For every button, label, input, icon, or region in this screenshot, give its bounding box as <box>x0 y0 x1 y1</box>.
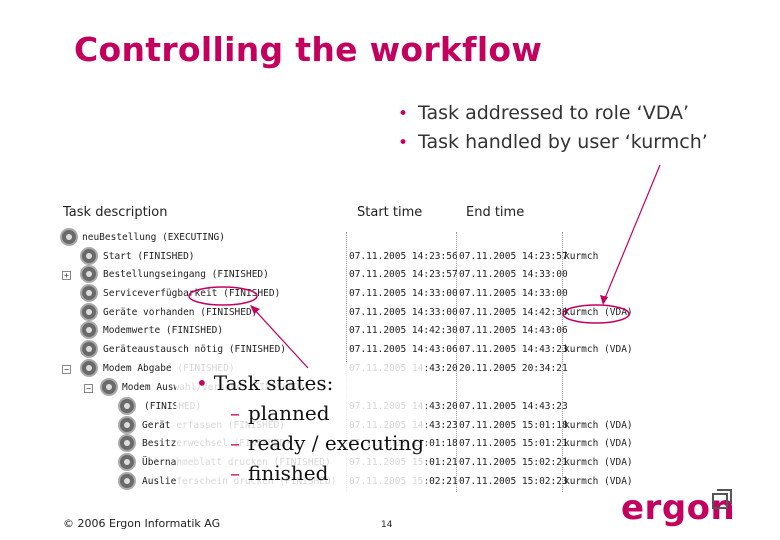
gear-icon <box>120 399 134 413</box>
collapse-toggle-icon[interactable]: − <box>62 365 71 374</box>
task-state-item: – finished <box>230 461 329 485</box>
gear-icon <box>82 286 96 300</box>
task-state-item: – ready / executing <box>230 431 425 455</box>
table-row[interactable]: Modemwerte (FINISHED) 07.11.2005 14:42:3… <box>58 322 638 340</box>
gear-icon <box>120 418 134 432</box>
task-states-callout: • Task states: – planned – ready / executin… <box>196 368 424 488</box>
slide-title: Controlling the workflow <box>74 30 543 69</box>
bullet-icon: • <box>196 371 208 395</box>
gear-icon <box>82 267 96 281</box>
column-header-task: Task description <box>63 205 168 220</box>
table-row[interactable]: Start (FINISHED) 07.11.2005 14:23:56 07.… <box>58 248 638 266</box>
expand-toggle-icon[interactable]: + <box>62 271 71 280</box>
gear-icon <box>82 249 96 263</box>
bullet-icon: • <box>398 133 409 153</box>
table-row[interactable]: Geräte vorhanden (FINISHED) 07.11.2005 1… <box>58 304 638 322</box>
column-header-end: End time <box>466 205 525 220</box>
task-states-heading: • Task states: <box>196 371 334 395</box>
collapse-toggle-icon[interactable]: − <box>84 384 93 393</box>
bullet-item: • Task handled by user ‘kurmch’ <box>398 131 708 153</box>
gear-icon <box>102 380 116 394</box>
gear-icon <box>120 474 134 488</box>
bullet-item: • Task addressed to role ‘VDA’ <box>398 102 690 124</box>
gear-icon <box>62 230 76 244</box>
table-row[interactable]: neuBestellung (EXECUTING) <box>58 229 638 247</box>
table-row[interactable]: Geräteaustausch nötig (FINISHED) 07.11.2… <box>58 341 638 359</box>
gear-icon <box>120 436 134 450</box>
dash-icon: – <box>230 431 240 455</box>
gear-icon <box>82 361 96 375</box>
copyright-text: © 2006 Ergon Informatik AG <box>63 517 221 530</box>
bullet-list: • Task addressed to role ‘VDA’ • Task hand… <box>398 99 708 157</box>
ergon-logo: ergon <box>621 488 735 528</box>
gear-icon <box>120 455 134 469</box>
dash-icon: – <box>230 401 240 425</box>
table-row[interactable]: Serviceverfügbarkeit (FINISHED) 07.11.20… <box>58 285 638 303</box>
gear-icon <box>82 342 96 356</box>
page-number: 14 <box>381 520 393 530</box>
column-header-start: Start time <box>357 205 423 220</box>
bullet-icon: • <box>398 104 409 124</box>
logo-mark-icon <box>712 489 732 509</box>
table-row[interactable]: + Bestellungseingang (FINISHED) 07.11.20… <box>58 266 638 284</box>
gear-icon <box>82 323 96 337</box>
gear-icon <box>82 305 96 319</box>
task-state-item: – planned <box>230 401 330 425</box>
dash-icon: – <box>230 461 240 485</box>
